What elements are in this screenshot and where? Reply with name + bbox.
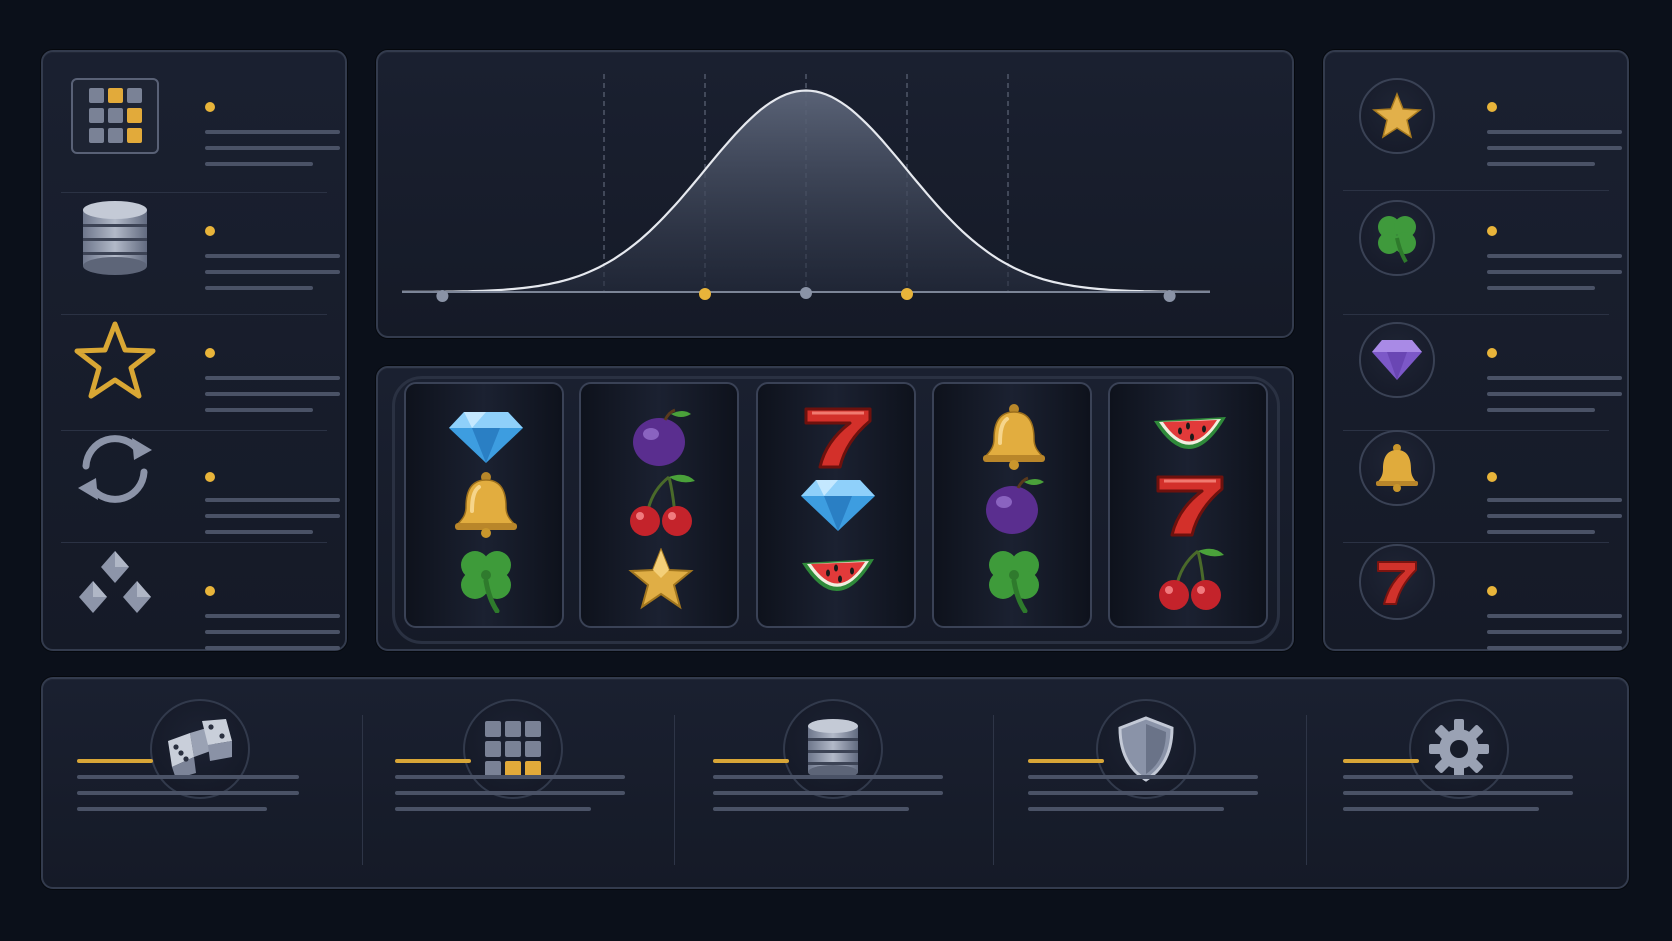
symbol-row[interactable] — [1345, 422, 1622, 537]
grid-icon[interactable] — [463, 699, 563, 799]
seven-icon — [1359, 544, 1435, 620]
watermelon-icon — [798, 544, 878, 614]
symbol-row[interactable] — [1345, 536, 1622, 651]
feature-row[interactable] — [63, 306, 340, 421]
clover-icon — [1359, 200, 1435, 276]
axis-marker[interactable] — [1163, 290, 1176, 302]
symbol-row[interactable] — [1345, 184, 1622, 299]
watermelon-icon — [1150, 402, 1230, 472]
axis-marker[interactable] — [901, 288, 913, 300]
refresh-icon — [67, 420, 163, 516]
slot-reels-panel — [376, 366, 1294, 651]
curve-area — [402, 90, 1210, 292]
clover-icon — [974, 544, 1054, 614]
gear-icon[interactable] — [1409, 699, 1509, 799]
distribution-chart-panel — [376, 50, 1294, 338]
star-icon — [1359, 78, 1435, 154]
reel-1[interactable] — [404, 382, 564, 628]
clover-icon — [446, 544, 526, 614]
cherries-icon — [621, 470, 701, 540]
star-outline-icon — [67, 312, 163, 408]
gem-icon — [1359, 322, 1435, 398]
plum-icon — [974, 470, 1054, 540]
star-icon — [621, 544, 701, 614]
diamonds-icon — [67, 534, 163, 630]
reel-3[interactable] — [756, 382, 916, 628]
seven-icon — [1150, 470, 1230, 540]
feature-row[interactable] — [63, 420, 340, 537]
symbol-row[interactable] — [1345, 306, 1622, 421]
plum-icon — [621, 402, 701, 472]
axis-marker[interactable] — [436, 290, 449, 302]
database-icon — [67, 190, 163, 286]
shield-icon[interactable] — [1096, 699, 1196, 799]
feature-row[interactable] — [63, 534, 340, 651]
reel-4[interactable] — [932, 382, 1092, 628]
axis-marker[interactable] — [800, 287, 812, 299]
dice-icon[interactable] — [150, 699, 250, 799]
reel-5[interactable] — [1108, 382, 1268, 628]
seven-icon — [798, 402, 878, 472]
bell-icon — [1359, 430, 1435, 506]
grid-icon — [67, 68, 163, 164]
bell-icon — [446, 470, 526, 540]
cherries-icon — [1150, 544, 1230, 614]
gem-blue-icon — [446, 402, 526, 472]
bell-curve-chart — [402, 74, 1210, 302]
axis-marker[interactable] — [699, 288, 711, 300]
right-symbol-panel — [1323, 50, 1629, 651]
gem-blue-icon — [798, 470, 878, 540]
feature-row[interactable] — [63, 60, 340, 175]
database-icon[interactable] — [783, 699, 883, 799]
left-feature-panel — [41, 50, 347, 651]
bottom-feature-bar — [41, 677, 1629, 889]
bell-icon — [974, 402, 1054, 472]
feature-row[interactable] — [63, 184, 340, 299]
symbol-row[interactable] — [1345, 60, 1622, 175]
reel-2[interactable] — [579, 382, 739, 628]
